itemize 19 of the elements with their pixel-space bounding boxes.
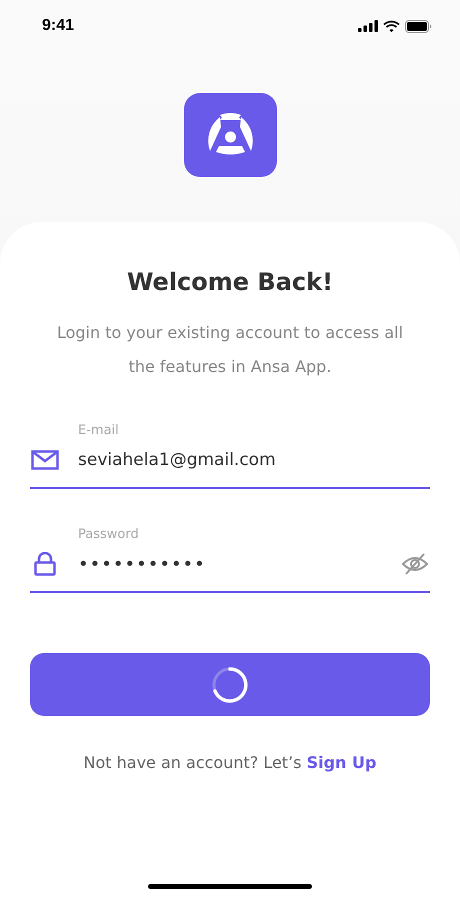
field-label: Password [78,527,140,542]
eye-slash-icon[interactable] [401,553,429,575]
sign-up-link[interactable]: Sign Up [306,753,376,772]
app-logo-icon [184,93,276,177]
login-button[interactable] [30,653,430,716]
input-field[interactable]: Password ••••••••••• [30,527,430,593]
signal-icon [358,20,378,32]
wifi-icon [383,20,400,32]
field-label: E-mail [78,423,120,438]
loading-spinner-icon [210,664,250,704]
intro-text: Login to your existing account to access all the features in Ansa App. [56,322,404,378]
input-field[interactable]: E-mail seviahela1@gmail.com [30,423,430,489]
mail-icon [31,450,59,470]
signup-text: Not have an account? Let’s Sign Up [84,753,376,772]
welcome-title: Welcome Back! [126,268,334,296]
field-value: seviahela1@gmail.com [78,450,277,470]
field-value: ••••••••••• [78,554,207,574]
battery-icon [405,20,432,32]
status-time: 9:41 [42,17,74,35]
